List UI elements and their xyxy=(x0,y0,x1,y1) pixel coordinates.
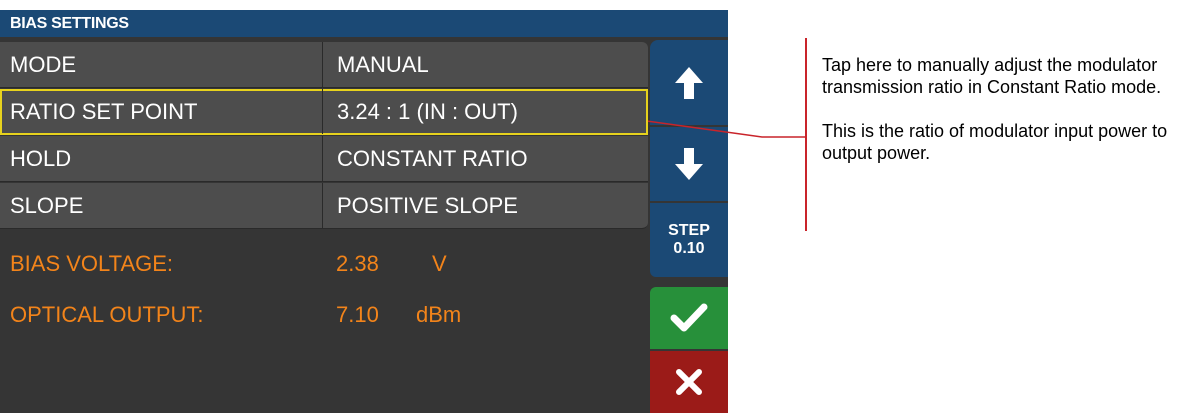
setting-label: RATIO SET POINT xyxy=(10,99,198,124)
close-icon xyxy=(676,369,702,395)
optical-output-value: 7.10 xyxy=(336,302,379,327)
step-value: 0.10 xyxy=(673,240,705,257)
callout-text: Tap here to manually adjust the modulato… xyxy=(822,54,1192,186)
checkmark-icon xyxy=(670,303,708,332)
optical-output-label: OPTICAL OUTPUT: xyxy=(10,302,204,327)
setting-label: MODE xyxy=(10,52,76,77)
setting-value[interactable]: 3.24 : 1 (IN : OUT) xyxy=(322,89,648,134)
callout-paragraph-2: This is the ratio of modulator input pow… xyxy=(822,121,1168,163)
bias-voltage-value: 2.38 xyxy=(336,251,379,276)
decrement-button[interactable] xyxy=(650,127,728,201)
window-title: BIAS SETTINGS xyxy=(0,10,728,37)
bias-voltage-unit: V xyxy=(432,251,447,276)
callout-bracket xyxy=(805,38,807,231)
setting-row-slope[interactable]: SLOPE POSITIVE SLOPE xyxy=(0,183,648,229)
setting-row-ratio-set-point[interactable]: RATIO SET POINT 3.24 : 1 (IN : OUT) xyxy=(0,89,648,135)
arrow-down-icon xyxy=(675,148,703,180)
settings-panel: MODE MANUAL RATIO SET POINT 3.24 : 1 (IN… xyxy=(0,37,672,413)
setting-label: HOLD xyxy=(10,146,72,171)
step-label: STEP xyxy=(668,222,710,239)
optical-output-unit: dBm xyxy=(416,302,462,327)
increment-button[interactable] xyxy=(650,40,728,125)
step-button[interactable]: STEP 0.10 xyxy=(650,203,728,277)
setting-row-mode[interactable]: MODE MANUAL xyxy=(0,42,648,88)
setting-label: SLOPE xyxy=(10,193,84,218)
sidebar: STEP 0.10 xyxy=(650,37,728,413)
cancel-button[interactable] xyxy=(650,351,728,413)
setting-value[interactable]: POSITIVE SLOPE xyxy=(322,183,648,228)
arrow-up-icon xyxy=(675,66,703,99)
setting-value[interactable]: CONSTANT RATIO xyxy=(322,136,648,181)
setting-value[interactable]: MANUAL xyxy=(322,42,648,87)
bias-settings-screen: BIAS SETTINGS MODE MANUAL RATIO SET POIN… xyxy=(0,10,728,413)
callout-paragraph-1: Tap here to manually adjust the modulato… xyxy=(822,55,1162,97)
bias-voltage-label: BIAS VOLTAGE: xyxy=(10,251,174,276)
setting-row-hold[interactable]: HOLD CONSTANT RATIO xyxy=(0,136,648,182)
confirm-button[interactable] xyxy=(650,287,728,349)
